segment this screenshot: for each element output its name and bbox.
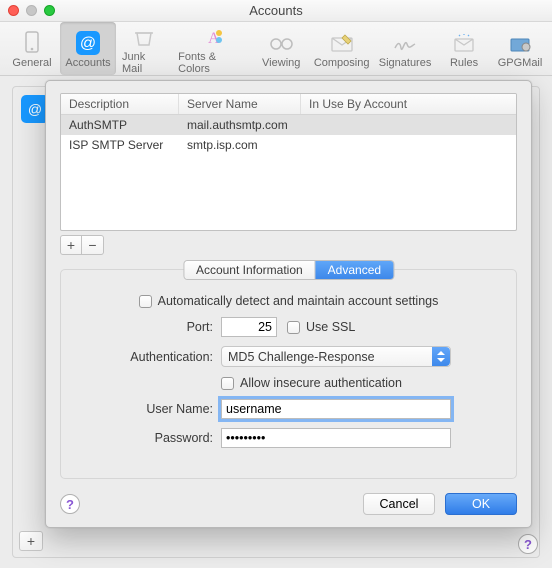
smtp-server-table[interactable]: Description Server Name In Use By Accoun… [60,93,517,231]
cell-description: ISP SMTP Server [61,135,179,155]
col-server-name[interactable]: Server Name [179,94,301,114]
col-in-use[interactable]: In Use By Account [301,94,516,114]
composing-icon [328,30,356,56]
table-add-remove: + − [60,235,517,255]
smtp-sheet: Description Server Name In Use By Accoun… [45,80,532,528]
titlebar: Accounts [0,0,552,22]
allow-insecure-checkbox[interactable] [221,377,234,390]
password-input[interactable] [221,428,451,448]
svg-text:@: @ [28,101,42,117]
ok-button[interactable]: OK [445,493,517,515]
authentication-label: Authentication: [73,350,221,364]
use-ssl-checkbox[interactable] [287,321,300,334]
tool-viewing[interactable]: Viewing [253,22,309,75]
cell-inuse [301,115,516,135]
fonts-icon: A [199,24,227,50]
sheet-footer: ? Cancel OK [60,493,517,515]
auto-detect-label: Automatically detect and maintain accoun… [158,294,439,308]
table-row[interactable]: ISP SMTP Server smtp.isp.com [61,135,516,155]
tool-label: Viewing [262,57,300,69]
cancel-button[interactable]: Cancel [363,493,435,515]
use-ssl-label: Use SSL [306,320,355,334]
table-header: Description Server Name In Use By Accoun… [61,94,516,115]
port-label: Port: [73,320,221,334]
cell-server: smtp.isp.com [179,135,301,155]
tool-label: Junk Mail [122,51,166,75]
tool-label: GPGMail [498,57,543,69]
svg-text:@: @ [80,35,96,52]
tool-label: Composing [314,57,370,69]
tool-general[interactable]: General [4,22,60,75]
allow-insecure-label: Allow insecure authentication [240,376,402,390]
authentication-value: MD5 Challenge-Response [228,350,375,364]
viewing-icon [267,30,295,56]
window-title: Accounts [0,3,552,18]
gpgmail-icon [506,30,534,56]
help-button[interactable]: ? [518,534,538,554]
junk-icon [130,24,158,50]
tool-gpgmail[interactable]: GPGMail [492,22,548,75]
username-input[interactable] [221,399,451,419]
cell-server: mail.authsmtp.com [179,115,301,135]
tool-rules[interactable]: Rules [436,22,492,75]
general-icon [18,30,46,56]
port-input[interactable] [221,317,277,337]
signatures-icon [391,30,419,56]
cell-inuse [301,135,516,155]
tab-advanced[interactable]: Advanced [316,261,393,279]
col-description[interactable]: Description [61,94,179,114]
tab-account-information[interactable]: Account Information [184,261,316,279]
rules-icon [450,30,478,56]
tool-label: Signatures [379,57,432,69]
server-settings-box: Account Information Advanced Automatical… [60,269,517,479]
cell-description: AuthSMTP [61,115,179,135]
tool-junk-mail[interactable]: Junk Mail [116,22,172,75]
tool-signatures[interactable]: Signatures [374,22,436,75]
tool-composing[interactable]: Composing [309,22,374,75]
tool-label: General [12,57,51,69]
content-area: @ + ? Description Server Name In Use By … [0,76,552,568]
preferences-toolbar: General @ Accounts Junk Mail A Fonts & C… [0,22,552,76]
password-label: Password: [73,431,221,445]
remove-server-button[interactable]: − [82,235,104,255]
authentication-popup[interactable]: MD5 Challenge-Response [221,346,451,367]
tool-label: Rules [450,57,478,69]
tool-accounts[interactable]: @ Accounts [60,22,116,75]
add-server-button[interactable]: + [60,235,82,255]
table-row[interactable]: AuthSMTP mail.authsmtp.com [61,115,516,135]
chevron-up-down-icon [432,347,450,366]
username-label: User Name: [73,402,221,416]
tool-label: Accounts [65,57,110,69]
tool-fonts-colors[interactable]: A Fonts & Colors [172,22,253,75]
tool-label: Fonts & Colors [178,51,247,75]
settings-tabs: Account Information Advanced [183,260,394,280]
auto-detect-checkbox[interactable] [139,295,152,308]
at-icon: @ [74,30,102,56]
help-button[interactable]: ? [60,494,80,514]
add-account-button[interactable]: + [19,531,43,551]
